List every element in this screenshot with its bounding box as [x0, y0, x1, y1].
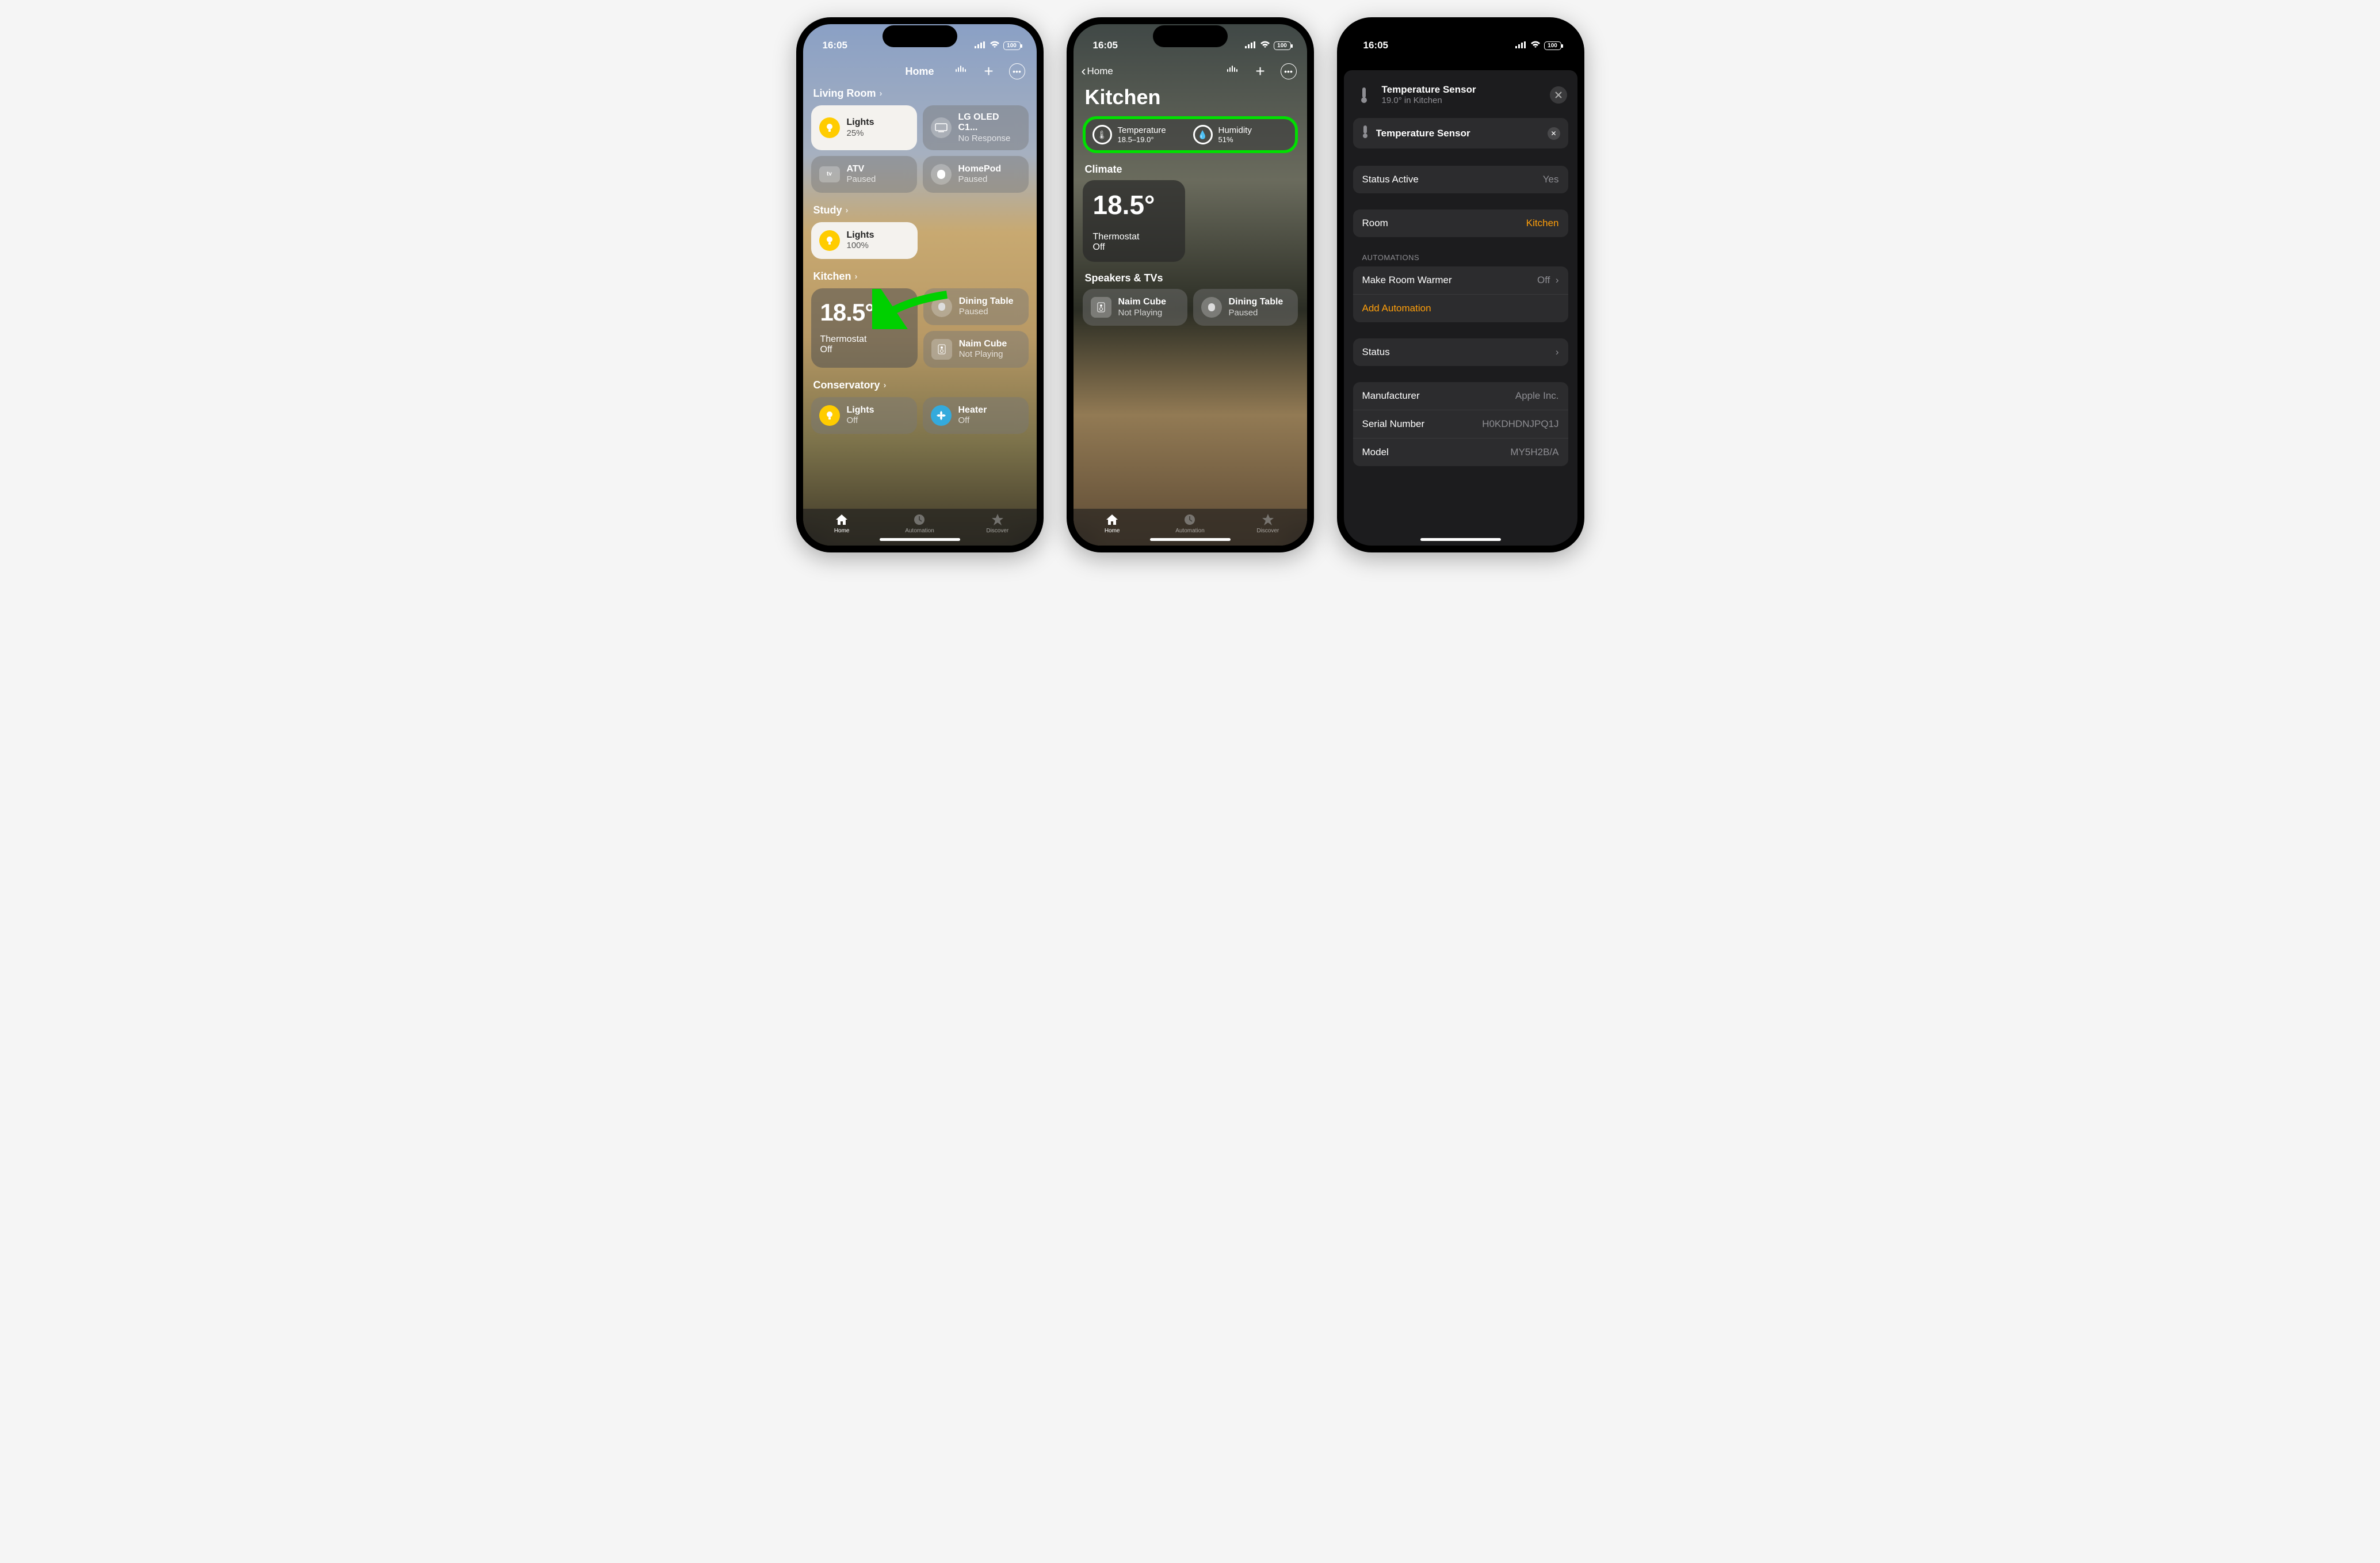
- dynamic-island: [883, 25, 957, 47]
- back-button[interactable]: ‹ Home: [1082, 63, 1113, 79]
- thermometer-icon: [1361, 125, 1369, 142]
- tile-climate[interactable]: 18.5° Thermostat Off: [1083, 180, 1186, 262]
- tile-homepod[interactable]: HomePodPaused: [923, 156, 1029, 193]
- accessory-name-input[interactable]: [1376, 128, 1541, 139]
- home-indicator[interactable]: [1150, 538, 1231, 541]
- clear-text-button[interactable]: ✕: [1548, 127, 1560, 140]
- home-indicator[interactable]: [1420, 538, 1501, 541]
- tile-tv-living-room[interactable]: LG OLED C1...No Response: [923, 105, 1029, 150]
- group-automations-label: AUTOMATIONS: [1344, 253, 1577, 266]
- more-icon[interactable]: •••: [1009, 63, 1025, 79]
- row-status[interactable]: Status ›: [1353, 338, 1568, 366]
- tv-icon: [931, 117, 952, 138]
- phone-1-home-overview: 16:05 100 Home + ••• Living Room›: [796, 17, 1044, 552]
- tile-dining-table[interactable]: Dining TablePaused: [1193, 289, 1298, 326]
- room-header-living-room[interactable]: Living Room›: [811, 84, 1029, 105]
- room-header-conservatory[interactable]: Conservatory›: [811, 376, 1029, 397]
- thermometer-icon: 🌡: [1092, 125, 1112, 144]
- tab-automation[interactable]: Automation: [1152, 513, 1229, 534]
- home-indicator[interactable]: [880, 538, 960, 541]
- cellular-icon: [1245, 40, 1256, 51]
- tile-lights-conservatory[interactable]: LightsOff: [811, 397, 917, 434]
- room-header-study[interactable]: Study›: [811, 201, 1029, 222]
- chevron-left-icon: ‹: [1082, 63, 1086, 79]
- sensor-temperature[interactable]: 🌡 Temperature18.5–19.0°: [1092, 125, 1187, 144]
- humidity-icon: 💧: [1193, 125, 1213, 144]
- tile-atv[interactable]: tv ATVPaused: [811, 156, 917, 193]
- tile-naim-cube[interactable]: Naim CubeNot Playing: [923, 331, 1029, 368]
- bulb-icon: [819, 230, 840, 251]
- chevron-right-icon: ›: [884, 380, 887, 390]
- row-automation-make-room-warmer[interactable]: Make Room Warmer Off ›: [1353, 266, 1568, 294]
- battery-icon: 100: [1003, 41, 1021, 50]
- close-button[interactable]: [1550, 86, 1567, 104]
- sensor-humidity[interactable]: 💧 Humidity51%: [1193, 125, 1288, 144]
- homepod-icon: [931, 164, 952, 185]
- nav-bar: Home + •••: [803, 56, 1037, 84]
- bulb-icon: [819, 117, 840, 138]
- battery-icon: 100: [1274, 41, 1291, 50]
- status-time: 16:05: [823, 40, 847, 51]
- tile-lights-study[interactable]: Lights100%: [811, 222, 918, 259]
- tab-home[interactable]: Home: [803, 513, 880, 534]
- tab-automation[interactable]: Automation: [881, 513, 958, 534]
- row-manufacturer: Manufacturer Apple Inc.: [1353, 382, 1568, 410]
- sheet-title: Temperature Sensor: [1382, 84, 1476, 96]
- chevron-right-icon: ›: [855, 272, 858, 281]
- tile-naim-cube[interactable]: Naim CubeNot Playing: [1083, 289, 1187, 326]
- more-icon[interactable]: •••: [1281, 63, 1297, 79]
- speaker-icon: [931, 339, 952, 360]
- tab-discover[interactable]: Discover: [959, 513, 1036, 534]
- add-icon[interactable]: +: [981, 64, 996, 79]
- row-model: Model MY5H2B/A: [1353, 438, 1568, 466]
- row-room[interactable]: Room Kitchen: [1353, 209, 1568, 237]
- row-serial-number: Serial Number H0KDHDNJPQ1J: [1353, 410, 1568, 438]
- section-climate: Climate: [1074, 163, 1307, 180]
- row-status-active[interactable]: Status Active Yes: [1353, 166, 1568, 193]
- section-speakers: Speakers & TVs: [1074, 272, 1307, 289]
- wifi-icon: [990, 40, 1000, 51]
- chevron-right-icon: ›: [1556, 275, 1559, 285]
- annotation-arrow: [872, 289, 953, 329]
- chevron-right-icon: ›: [1556, 346, 1559, 358]
- wifi-icon: [1260, 40, 1270, 51]
- tab-home[interactable]: Home: [1074, 513, 1151, 534]
- cellular-icon: [975, 40, 986, 51]
- speaker-icon: [1091, 297, 1111, 318]
- status-time: 16:05: [1093, 40, 1118, 51]
- room-title: Kitchen: [1074, 82, 1307, 116]
- phone-3-sensor-settings: 16:05 100 Temperature Sensor 19.0° in Ki…: [1337, 17, 1584, 552]
- dynamic-island: [1153, 25, 1228, 47]
- apple-tv-icon: tv: [819, 166, 840, 182]
- announce-icon[interactable]: [1225, 64, 1240, 79]
- wifi-icon: [1530, 40, 1541, 51]
- announce-icon[interactable]: [954, 64, 969, 79]
- battery-icon: 100: [1544, 41, 1561, 50]
- thermometer-icon: [1354, 86, 1374, 104]
- fan-icon: [931, 405, 952, 426]
- cellular-icon: [1515, 40, 1527, 51]
- dynamic-island: [1423, 25, 1498, 47]
- chevron-right-icon: ›: [846, 205, 849, 215]
- add-icon[interactable]: +: [1253, 64, 1268, 79]
- settings-sheet: Temperature Sensor 19.0° in Kitchen ✕ St…: [1344, 70, 1577, 546]
- chevron-right-icon: ›: [880, 89, 883, 98]
- tab-discover[interactable]: Discover: [1229, 513, 1306, 534]
- status-time: 16:05: [1363, 40, 1388, 51]
- tile-lights-living-room[interactable]: Lights25%: [811, 105, 917, 150]
- row-add-automation[interactable]: Add Automation: [1353, 294, 1568, 322]
- tile-heater[interactable]: HeaterOff: [923, 397, 1029, 434]
- sheet-subtitle: 19.0° in Kitchen: [1382, 96, 1476, 105]
- room-header-kitchen[interactable]: Kitchen›: [811, 267, 1029, 288]
- sensor-summary-highlighted: 🌡 Temperature18.5–19.0° 💧 Humidity51%: [1083, 116, 1298, 153]
- accessory-name-field[interactable]: ✕: [1353, 118, 1568, 148]
- bulb-icon: [819, 405, 840, 426]
- phone-2-kitchen-room: 16:05 100 ‹ Home + ••• Kitchen 🌡 Tempera…: [1067, 17, 1314, 552]
- nav-title: Home: [905, 66, 934, 78]
- homepod-icon: [1201, 297, 1222, 318]
